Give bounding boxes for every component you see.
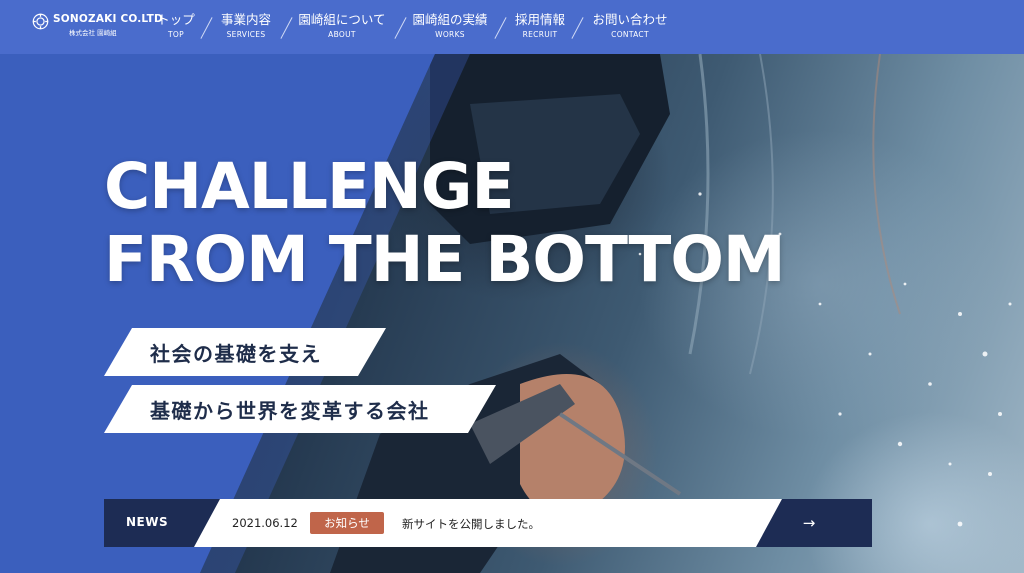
nav-item-recruit-sublabel: RECRUIT (522, 30, 558, 39)
nav-item-about-label: 園崎組について (298, 12, 386, 27)
main-nav: トップ TOP 事業内容 SERVICES 園崎組について ABOUT 園崎組の… (0, 0, 1024, 54)
nav-item-top[interactable]: トップ TOP (157, 12, 195, 41)
nav-divider (394, 17, 407, 39)
hero-section: CHALLENGE FROM THE BOTTOM 社会の基礎を支え 基礎から世… (0, 54, 1024, 573)
nav-item-contact[interactable]: お問い合わせ CONTACT (592, 12, 667, 41)
blue-diagonal-overlay (0, 54, 470, 573)
arrow-right-icon[interactable]: → (799, 513, 819, 533)
nav-divider (280, 17, 293, 39)
nav-item-recruit[interactable]: 採用情報 RECRUIT (515, 12, 565, 41)
nav-item-contact-label: お問い合わせ (592, 12, 668, 27)
nav-item-works[interactable]: 園崎組の実績 WORKS (412, 12, 487, 41)
news-date: 2021.06.12 (232, 516, 298, 530)
nav-item-contact-sublabel: CONTACT (611, 30, 649, 39)
nav-item-services[interactable]: 事業内容 SERVICES (221, 12, 271, 41)
nav-item-services-sublabel: SERVICES (226, 30, 266, 39)
nav-item-recruit-label: 採用情報 (514, 12, 566, 27)
nav-item-about[interactable]: 園崎組について ABOUT (298, 12, 385, 41)
tagline-2-text: 基礎から世界を変革する会社 (150, 398, 430, 423)
news-headline-link[interactable]: 新サイトを公開しました。 (402, 516, 540, 532)
nav-divider (494, 17, 507, 39)
news-bar[interactable]: NEWS 2021.06.12 お知らせ 新サイトを公開しました。 → (104, 499, 872, 547)
nav-divider (571, 17, 584, 39)
news-label: NEWS (126, 515, 169, 529)
nav-item-works-sublabel: WORKS (435, 30, 465, 39)
nav-item-works-label: 園崎組の実績 (412, 12, 488, 27)
nav-divider (200, 17, 213, 39)
news-category-badge: お知らせ (310, 512, 384, 534)
site-header: SONOZAKI CO.LTD 株式会社 園崎組 トップ TOP 事業内容 SE… (0, 0, 1024, 54)
tagline-1-text: 社会の基礎を支え (150, 341, 322, 366)
tagline-banner-2: 基礎から世界を変革する会社 (104, 385, 496, 433)
nav-item-services-label: 事業内容 (220, 12, 272, 27)
hero-headline-line1: CHALLENGE (104, 150, 515, 223)
tagline-banner-1: 社会の基礎を支え (104, 328, 386, 376)
nav-item-top-label: トップ (157, 12, 195, 27)
nav-item-top-sublabel: TOP (168, 30, 184, 39)
nav-item-about-sublabel: ABOUT (328, 30, 356, 39)
hero-headline: CHALLENGE FROM THE BOTTOM (104, 150, 786, 296)
hero-headline-line2: FROM THE BOTTOM (104, 223, 786, 296)
